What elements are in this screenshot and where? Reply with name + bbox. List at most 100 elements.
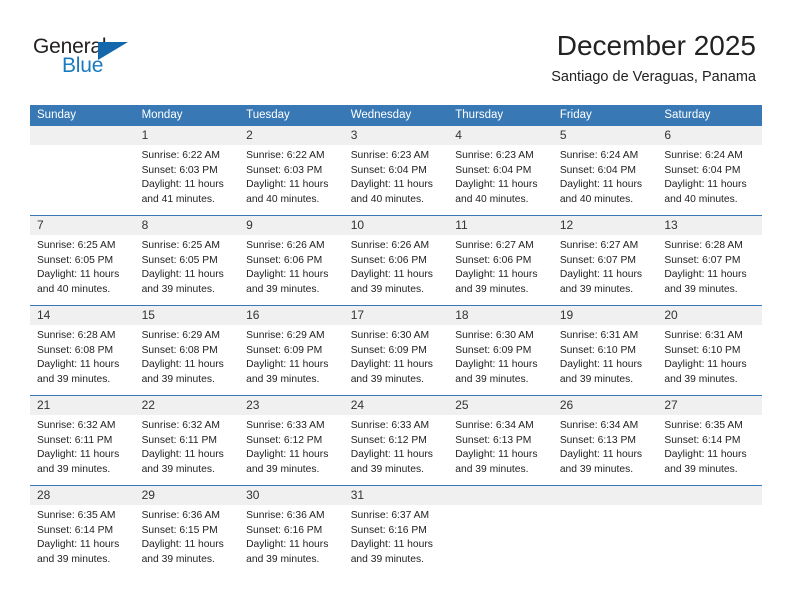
calendar-week-row: 14 Sunrise: 6:28 AM Sunset: 6:08 PM Dayligh… xyxy=(30,305,762,396)
sunrise-time: Sunrise: 6:30 AM xyxy=(455,330,534,341)
calendar-day-cell[interactable]: 27 Sunrise: 6:35 AM Sunset: 6:14 PM Dayligh… xyxy=(657,395,762,486)
calendar-day-cell[interactable]: 11 Sunrise: 6:27 AM Sunset: 6:06 PM Dayligh… xyxy=(448,215,553,306)
daylight-duration-line1: Daylight: 11 hours xyxy=(350,539,433,551)
daylight-duration-line2: and 39 minutes. xyxy=(559,283,634,295)
day-details: Sunrise: 6:30 AM Sunset: 6:09 PM Daylight:… xyxy=(344,325,449,387)
calendar-day-cell-empty xyxy=(448,485,553,575)
calendar-day-cell[interactable]: 13 Sunrise: 6:28 AM Sunset: 6:07 PM Dayligh… xyxy=(657,215,762,306)
daylight-duration-line1: Daylight: 11 hours xyxy=(246,449,329,461)
day-details: Sunrise: 6:24 AM Sunset: 6:04 PM Daylight:… xyxy=(553,145,658,207)
sunrise-time: Sunrise: 6:28 AM xyxy=(664,240,743,251)
daylight-duration-line1: Daylight: 11 hours xyxy=(37,359,120,371)
day-details: Sunrise: 6:28 AM Sunset: 6:08 PM Daylight:… xyxy=(30,325,135,387)
calendar-day-cell[interactable]: 17 Sunrise: 6:30 AM Sunset: 6:09 PM Dayligh… xyxy=(343,305,449,396)
calendar-day-cell[interactable]: 7 Sunrise: 6:25 AM Sunset: 6:05 PM Daylight… xyxy=(30,215,135,306)
daylight-duration-line1: Daylight: 11 hours xyxy=(246,359,329,371)
day-number: 4 xyxy=(448,126,553,145)
calendar-day-cell[interactable]: 10 Sunrise: 6:26 AM Sunset: 6:06 PM Dayligh… xyxy=(343,215,449,306)
day-details: Sunrise: 6:37 AM Sunset: 6:16 PM Daylight:… xyxy=(344,505,449,567)
day-number: 12 xyxy=(552,216,658,235)
daylight-duration-line2: and 39 minutes. xyxy=(455,283,529,295)
day-details: Sunrise: 6:26 AM Sunset: 6:06 PM Daylight:… xyxy=(239,235,344,297)
calendar-day-cell[interactable]: 6 Sunrise: 6:24 AM Sunset: 6:04 PM Daylight… xyxy=(657,126,762,216)
day-number: 7 xyxy=(30,216,135,235)
day-details: Sunrise: 6:26 AM Sunset: 6:06 PM Daylight:… xyxy=(344,235,449,297)
daylight-duration-line2: and 41 minutes. xyxy=(141,193,215,205)
day-details: Sunrise: 6:27 AM Sunset: 6:06 PM Daylight:… xyxy=(448,235,553,297)
daylight-duration-line1: Daylight: 11 hours xyxy=(559,449,643,461)
calendar-day-cell[interactable]: 16 Sunrise: 6:29 AM Sunset: 6:09 PM Dayligh… xyxy=(239,305,344,396)
calendar-day-cell[interactable]: 14 Sunrise: 6:28 AM Sunset: 6:08 PM Dayligh… xyxy=(30,305,135,396)
calendar-day-cell[interactable]: 12 Sunrise: 6:27 AM Sunset: 6:07 PM Dayligh… xyxy=(552,215,658,306)
sunset-time: Sunset: 6:13 PM xyxy=(559,434,636,446)
day-details: Sunrise: 6:23 AM Sunset: 6:04 PM Daylight:… xyxy=(448,145,553,207)
daylight-duration-line2: and 39 minutes. xyxy=(246,463,320,475)
daylight-duration-line2: and 39 minutes. xyxy=(246,373,320,385)
sunset-time: Sunset: 6:04 PM xyxy=(350,164,427,176)
daylight-duration-line1: Daylight: 11 hours xyxy=(37,539,120,551)
calendar-week-row: 1 Sunrise: 6:22 AM Sunset: 6:03 PM Daylight… xyxy=(30,126,762,216)
calendar-day-cell[interactable]: 19 Sunrise: 6:31 AM Sunset: 6:10 PM Dayligh… xyxy=(552,305,658,396)
calendar-day-cell[interactable]: 2 Sunrise: 6:22 AM Sunset: 6:03 PM Daylight… xyxy=(239,126,344,216)
calendar-day-cell[interactable]: 24 Sunrise: 6:33 AM Sunset: 6:12 PM Dayligh… xyxy=(343,395,449,486)
calendar-day-cell[interactable]: 4 Sunrise: 6:23 AM Sunset: 6:04 PM Daylight… xyxy=(448,126,553,216)
day-number: 16 xyxy=(239,306,344,325)
sunrise-time: Sunrise: 6:34 AM xyxy=(559,420,639,431)
sunrise-time: Sunrise: 6:24 AM xyxy=(559,150,639,161)
daylight-duration-line1: Daylight: 11 hours xyxy=(350,449,433,461)
sunrise-time: Sunrise: 6:29 AM xyxy=(246,330,325,341)
calendar-day-cell[interactable]: 21 Sunrise: 6:32 AM Sunset: 6:11 PM Dayligh… xyxy=(30,395,135,486)
daylight-duration-line2: and 39 minutes. xyxy=(455,463,529,475)
day-details: Sunrise: 6:31 AM Sunset: 6:10 PM Daylight:… xyxy=(553,325,658,387)
weekday-header-wednesday: Wednesday xyxy=(343,105,449,126)
daylight-duration-line2: and 39 minutes. xyxy=(141,373,215,385)
daylight-duration-line1: Daylight: 11 hours xyxy=(246,269,329,281)
day-details: Sunrise: 6:36 AM Sunset: 6:15 PM Daylight:… xyxy=(135,505,240,567)
sunset-time: Sunset: 6:07 PM xyxy=(664,254,741,266)
calendar-day-cell[interactable]: 5 Sunrise: 6:24 AM Sunset: 6:04 PM Daylight… xyxy=(552,126,658,216)
daylight-duration-line2: and 39 minutes. xyxy=(664,373,738,385)
calendar-day-cell[interactable]: 26 Sunrise: 6:34 AM Sunset: 6:13 PM Dayligh… xyxy=(552,395,658,486)
calendar-day-cell[interactable]: 28 Sunrise: 6:35 AM Sunset: 6:14 PM Dayligh… xyxy=(30,485,135,575)
calendar-day-cell[interactable]: 25 Sunrise: 6:34 AM Sunset: 6:13 PM Dayligh… xyxy=(448,395,553,486)
daylight-duration-line2: and 39 minutes. xyxy=(350,463,424,475)
calendar-day-cell[interactable]: 31 Sunrise: 6:37 AM Sunset: 6:16 PM Dayligh… xyxy=(343,485,449,575)
day-details: Sunrise: 6:28 AM Sunset: 6:07 PM Daylight:… xyxy=(657,235,762,297)
sunrise-time: Sunrise: 6:32 AM xyxy=(37,420,116,431)
day-details: Sunrise: 6:33 AM Sunset: 6:12 PM Daylight:… xyxy=(239,415,344,477)
day-number: 21 xyxy=(30,396,135,415)
daylight-duration-line2: and 39 minutes. xyxy=(455,373,529,385)
day-details: Sunrise: 6:35 AM Sunset: 6:14 PM Daylight:… xyxy=(30,505,135,567)
weekday-header-row: Sunday Monday Tuesday Wednesday Thursday… xyxy=(30,105,762,126)
calendar-day-cell[interactable]: 30 Sunrise: 6:36 AM Sunset: 6:16 PM Dayligh… xyxy=(239,485,344,575)
sunset-time: Sunset: 6:06 PM xyxy=(455,254,532,266)
calendar-day-cell[interactable]: 22 Sunrise: 6:32 AM Sunset: 6:11 PM Dayligh… xyxy=(134,395,240,486)
calendar-day-cell[interactable]: 1 Sunrise: 6:22 AM Sunset: 6:03 PM Daylight… xyxy=(134,126,240,216)
weekday-header-monday: Monday xyxy=(134,105,240,126)
calendar-day-cell[interactable]: 3 Sunrise: 6:23 AM Sunset: 6:04 PM Daylight… xyxy=(343,126,449,216)
sunrise-time: Sunrise: 6:26 AM xyxy=(350,240,430,251)
day-number: 17 xyxy=(343,306,449,325)
day-number: 29 xyxy=(134,486,240,505)
daylight-duration-line1: Daylight: 11 hours xyxy=(455,359,538,371)
sunset-time: Sunset: 6:04 PM xyxy=(664,164,741,176)
calendar-day-cell[interactable]: 9 Sunrise: 6:26 AM Sunset: 6:06 PM Daylight… xyxy=(239,215,344,306)
sunset-time: Sunset: 6:04 PM xyxy=(559,164,636,176)
daylight-duration-line1: Daylight: 11 hours xyxy=(37,449,120,461)
day-details: Sunrise: 6:35 AM Sunset: 6:14 PM Daylight:… xyxy=(657,415,762,477)
calendar-day-cell[interactable]: 15 Sunrise: 6:29 AM Sunset: 6:08 PM Dayligh… xyxy=(134,305,240,396)
sunset-time: Sunset: 6:12 PM xyxy=(246,434,323,446)
daylight-duration-line1: Daylight: 11 hours xyxy=(664,449,747,461)
calendar-day-cell[interactable]: 8 Sunrise: 6:25 AM Sunset: 6:05 PM Daylight… xyxy=(134,215,240,306)
calendar-day-cell[interactable]: 18 Sunrise: 6:30 AM Sunset: 6:09 PM Dayligh… xyxy=(448,305,553,396)
general-blue-logo[interactable]: General Blue xyxy=(33,35,163,85)
calendar-day-cell[interactable]: 29 Sunrise: 6:36 AM Sunset: 6:15 PM Dayligh… xyxy=(134,485,240,575)
sunrise-time: Sunrise: 6:33 AM xyxy=(246,420,325,431)
calendar-day-cell-empty xyxy=(552,485,658,575)
day-number: 18 xyxy=(448,306,553,325)
daylight-duration-line2: and 39 minutes. xyxy=(664,283,738,295)
day-number: 20 xyxy=(657,306,762,325)
calendar-day-cell[interactable]: 23 Sunrise: 6:33 AM Sunset: 6:12 PM Dayligh… xyxy=(239,395,344,486)
calendar-day-cell[interactable]: 20 Sunrise: 6:31 AM Sunset: 6:10 PM Dayligh… xyxy=(657,305,762,396)
sunset-time: Sunset: 6:03 PM xyxy=(246,164,323,176)
